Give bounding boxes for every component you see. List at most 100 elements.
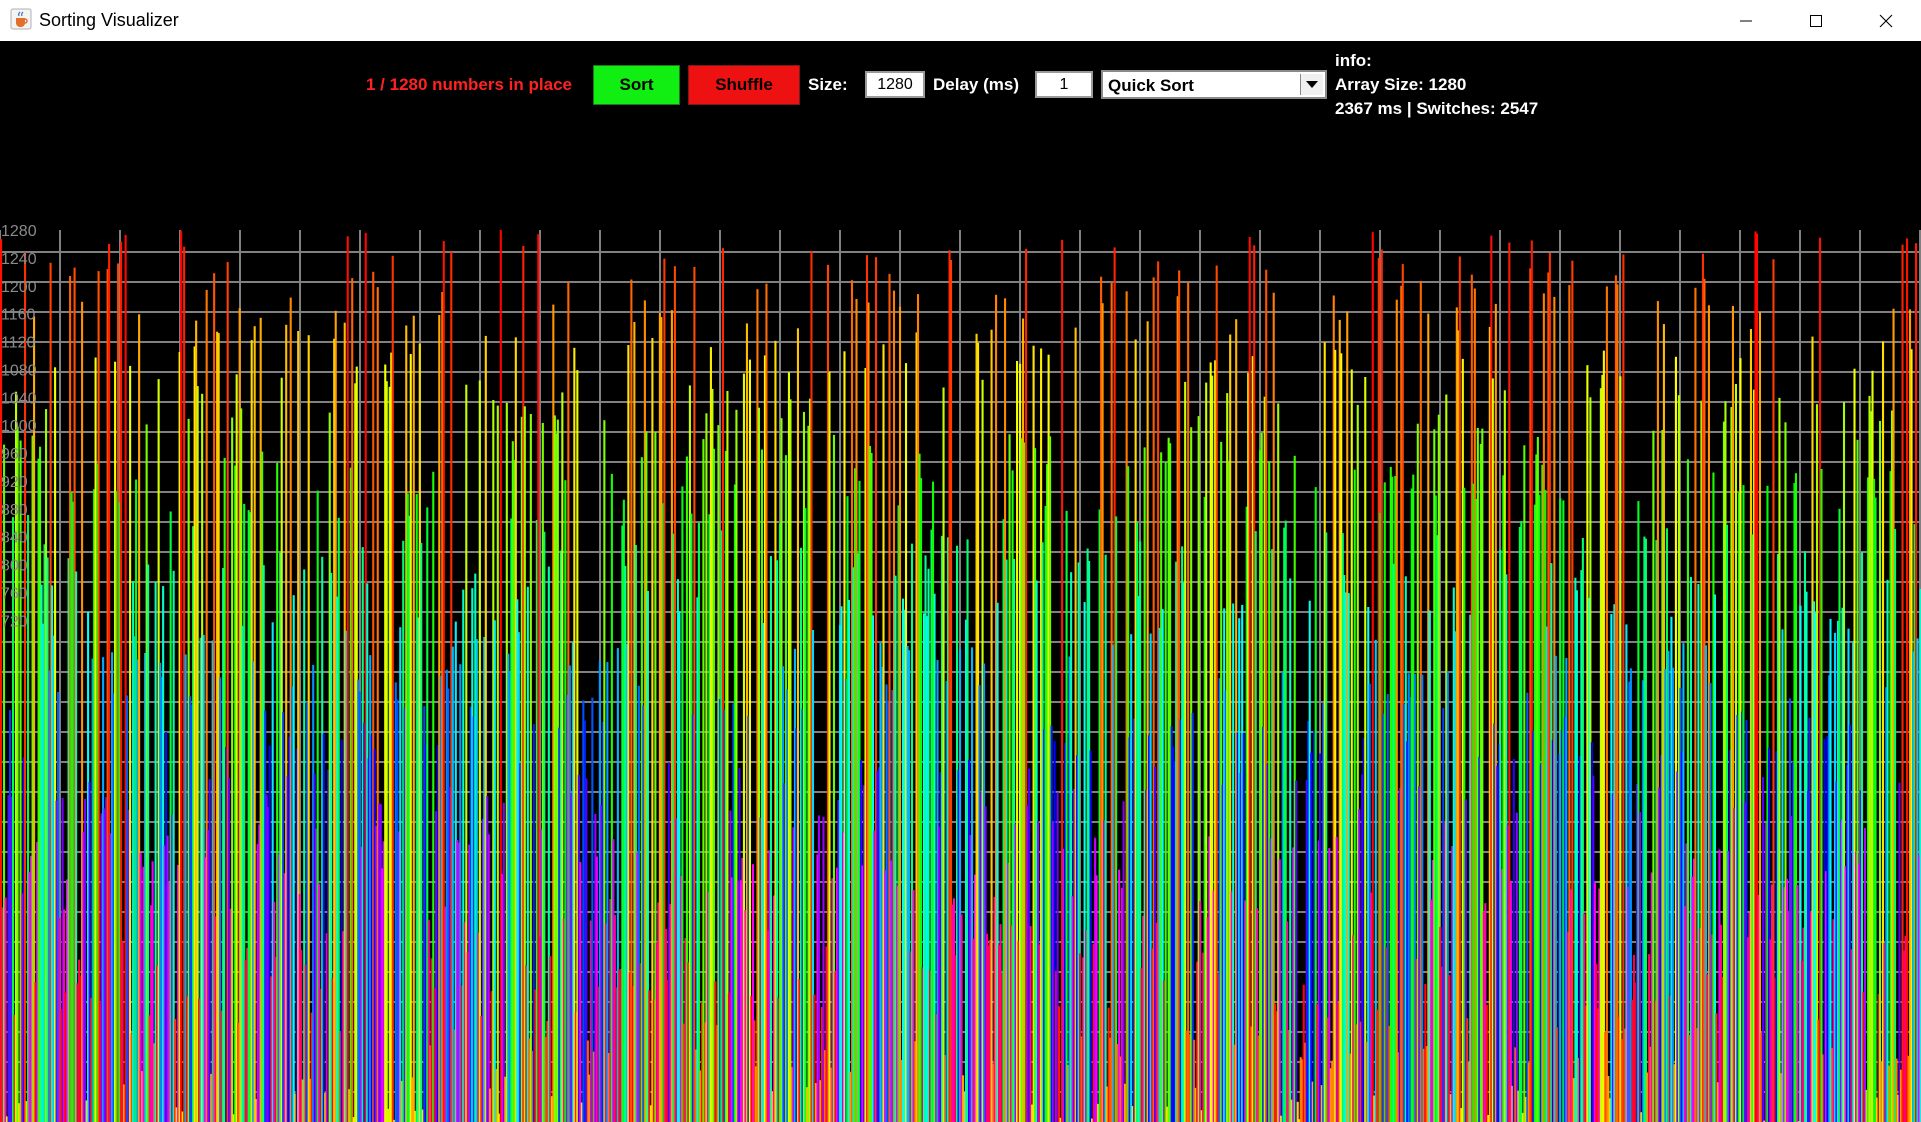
y-tick-label: 1040 [1,390,37,407]
y-axis-ticks: 1280 1240 1200 1160 1120 1080 1040 1000 960 920 88… [1,223,37,630]
bar [1104,554,1107,1122]
y-tick-label: 840 [1,530,28,547]
bar [1605,286,1608,1122]
bar [1122,801,1125,1122]
bar [1232,603,1235,1122]
bar [391,255,394,1122]
bar [693,266,696,1122]
bar [420,542,423,1122]
algorithm-select[interactable]: Quick Sort [1101,70,1327,99]
bar [24,252,27,1122]
bar [385,381,388,1122]
bar [1644,538,1647,1122]
info-array-size: Array Size: 1280 [1335,75,1467,94]
close-button[interactable] [1851,0,1921,41]
bar [1058,1006,1061,1122]
bar [847,600,851,1122]
y-tick-label: 800 [1,558,28,575]
bar [208,779,211,1122]
bar [129,365,132,1122]
delay-label: Delay (ms) [933,75,1019,94]
bar [292,595,295,1122]
maximize-icon [1810,14,1822,27]
bar [487,834,490,1122]
bar [1874,497,1877,1122]
bar [828,371,831,1122]
bar [337,517,340,1122]
bar [1526,692,1529,1122]
size-input[interactable] [865,71,925,98]
size-label: Size: [808,75,848,94]
bar [769,556,772,1122]
java-cup-icon [10,8,32,30]
bar [1095,875,1098,1122]
bar [412,315,415,1122]
bar [1164,462,1167,1122]
y-tick-label: 1240 [1,251,37,268]
window-title: Sorting Visualizer [39,10,179,30]
close-icon [1879,14,1893,27]
bar [1029,926,1032,1122]
bar [493,620,496,1122]
bar [409,354,412,1122]
bar [1310,752,1313,1122]
bar [804,508,807,1122]
y-tick-label: 960 [1,446,28,463]
bar [648,990,651,1122]
bar [1319,753,1322,1122]
bar [1248,237,1251,1122]
bar [1886,579,1889,1122]
bar [1520,521,1523,1122]
minimize-button[interactable] [1711,0,1781,41]
bar [1863,827,1867,1122]
bar [1295,780,1298,1122]
y-tick-label: 1280 [1,223,37,240]
bar [351,278,354,1122]
bar [307,335,310,1122]
bar [1523,445,1526,1122]
bar [399,627,402,1122]
maximize-button[interactable] [1781,0,1851,41]
bar [1485,1004,1488,1122]
bar [346,236,349,1122]
bar [84,798,87,1122]
visualizer-panel: 1 / 1280 numbers in place Sort Shuffle S… [0,41,1921,1122]
bar [1905,238,1909,1122]
bar [573,347,576,1122]
y-tick-label: 1200 [1,279,37,296]
bar [1575,590,1578,1122]
bar [1130,634,1133,1122]
bar [1187,282,1190,1122]
bar [1515,812,1518,1122]
status-text: 1 / 1280 numbers in place [366,75,572,94]
bar [1065,510,1068,1122]
bar [1278,859,1281,1122]
info-stats: 2367 ms | Switches: 2547 [1335,99,1539,118]
bar [1778,397,1781,1122]
y-tick-label: 880 [1,502,28,519]
bar [702,439,705,1122]
bar [1458,256,1461,1122]
bar [1761,777,1765,1122]
shuffle-button[interactable]: Shuffle [688,65,800,105]
sorting-bar-chart: 1280 1240 1200 1160 1120 1080 1040 1000 960 920 88… [0,223,1921,1122]
bar [543,531,546,1122]
bar [1622,254,1625,1122]
bar [1758,312,1762,1122]
info-title: info: [1335,51,1372,70]
bar [1820,469,1823,1122]
sort-button[interactable]: Sort [593,65,680,105]
bar [1638,811,1641,1122]
delay-input[interactable] [1035,71,1093,98]
dropdown-arrow-button[interactable] [1300,74,1323,95]
bar [322,733,325,1122]
chevron-down-icon [1306,80,1318,88]
bar [180,230,183,1122]
bar [990,329,993,1122]
bar [1347,593,1350,1122]
bar [1199,901,1202,1122]
bar [529,414,532,1122]
bar [1796,885,1799,1122]
bar [697,522,700,1122]
bar [1289,578,1292,1122]
